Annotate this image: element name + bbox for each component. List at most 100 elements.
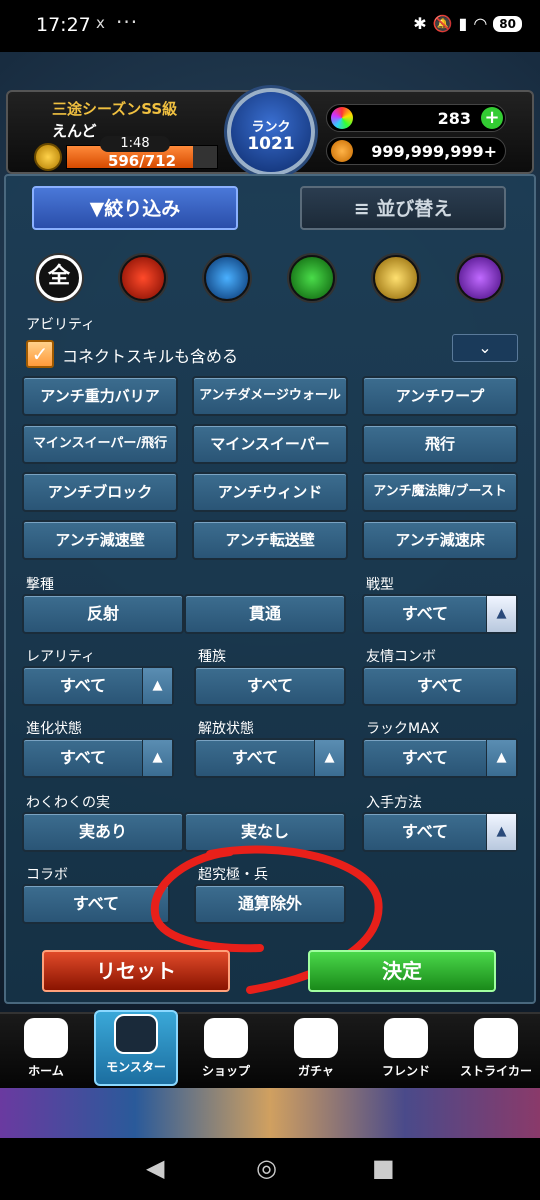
shinka-select[interactable]: すべて ▲ (22, 738, 174, 778)
signal-icon: ▮ (458, 14, 468, 33)
sengata-label: 戦型 (366, 577, 394, 593)
fire-element-icon[interactable] (120, 255, 166, 301)
element-all-button[interactable]: 全 (36, 255, 82, 301)
collab-label: コラボ (26, 867, 68, 883)
luck-value: すべて (401, 748, 449, 767)
rank-badge[interactable]: ランク 1021 (227, 88, 315, 176)
shuzoku-label: 種族 (198, 649, 226, 665)
water-element-icon[interactable] (204, 255, 250, 301)
sengata-value: すべて (401, 604, 449, 623)
ability-button[interactable]: アンチ魔法陣/ブースト (362, 472, 518, 512)
ability-button[interactable]: 飛行 (362, 424, 518, 464)
ability-button[interactable]: アンチ重力バリア (22, 376, 178, 416)
x-icon: x (96, 14, 105, 32)
nav-monster[interactable]: モンスター (94, 1010, 178, 1086)
nav-label: モンスター (106, 1060, 166, 1074)
friend-icon (384, 1018, 428, 1058)
reset-button[interactable]: リセット (42, 950, 230, 992)
yujo-value: すべて (416, 676, 464, 695)
recents-icon[interactable]: ■ (372, 1154, 395, 1182)
luck-select[interactable]: すべて ▲ (362, 738, 518, 778)
connect-skill-label: コネクトスキルも含める (62, 347, 239, 366)
shuzoku-value: すべて (246, 676, 294, 695)
sengata-select[interactable]: すべて ▲ (362, 594, 518, 634)
nav-shop[interactable]: ショップ (184, 1016, 268, 1084)
shop-icon (204, 1018, 248, 1058)
home-icon[interactable]: ◎ (256, 1154, 277, 1182)
filter-tab-label: 絞り込み (104, 198, 181, 220)
player-name: えんど (52, 122, 97, 140)
nav-label: フレンド (381, 1064, 430, 1078)
ability-button[interactable]: アンチ転送壁 (192, 520, 348, 560)
element-all-label: 全 (47, 264, 70, 289)
stamina-value: 596/712 (107, 152, 177, 170)
nav-label: ホーム (28, 1064, 64, 1078)
season-rank: 三途シーズンSS級 (52, 100, 178, 118)
confirm-button[interactable]: 決定 (308, 950, 496, 992)
gacha-icon (294, 1018, 338, 1058)
nav-label: ガチャ (298, 1064, 334, 1078)
chevron-up-icon: ▲ (142, 740, 172, 776)
sort-tab[interactable]: ≡ 並び替え (300, 186, 506, 230)
sort-icon: ≡ (353, 198, 377, 220)
ability-button[interactable]: アンチワープ (362, 376, 518, 416)
striker-icon (474, 1018, 518, 1058)
orb-icon (331, 107, 353, 129)
ability-button[interactable]: アンチ減速壁 (22, 520, 178, 560)
rank-label: ランク (251, 120, 291, 135)
filter-icon: ▼ (89, 198, 105, 220)
wood-element-icon[interactable] (289, 255, 335, 301)
shinka-value: すべて (59, 748, 107, 767)
geki-pierce-button[interactable]: 貫通 (184, 594, 346, 634)
chevron-down-icon: ⌄ (478, 338, 492, 357)
gold-counter: 999,999,999+ (326, 137, 506, 165)
kaiho-value: すべて (231, 748, 279, 767)
nav-home[interactable]: ホーム (4, 1016, 88, 1084)
gold-count: 999,999,999+ (371, 142, 497, 161)
ability-expand-button[interactable]: ⌄ (452, 334, 518, 362)
ability-button[interactable]: マインスイーパー (192, 424, 348, 464)
ability-label: アビリティ (26, 317, 96, 333)
gold-icon (331, 140, 353, 162)
dark-element-icon[interactable] (457, 255, 503, 301)
nav-friend[interactable]: フレンド (364, 1016, 448, 1084)
nav-label: ストライカー (459, 1064, 532, 1078)
back-icon[interactable]: ◀ (146, 1154, 164, 1182)
ability-button[interactable]: アンチウィンド (192, 472, 348, 512)
rarity-select[interactable]: すべて ▲ (22, 666, 174, 706)
connect-skill-checkbox[interactable]: ✓ (26, 340, 54, 368)
ability-button[interactable]: マインスイーパー/飛行 (22, 424, 178, 464)
monster-strip (0, 1088, 540, 1138)
chevron-up-icon: ▲ (314, 740, 344, 776)
sort-tab-label: 並び替え (376, 198, 453, 220)
system-nav: ◀ ◎ ■ (0, 1138, 540, 1200)
nav-striker[interactable]: ストライカー (454, 1016, 538, 1084)
geki-reflect-button[interactable]: 反射 (22, 594, 184, 634)
add-orb-button[interactable]: + (481, 107, 503, 129)
chevron-up-icon: ▲ (486, 814, 516, 850)
ability-button[interactable]: アンチブロック (22, 472, 178, 512)
collab-value: すべて (72, 894, 120, 913)
more-icon: ··· (116, 10, 139, 34)
light-element-icon[interactable] (373, 255, 419, 301)
stamina-timer: 1:48 (100, 136, 170, 152)
geki-label: 撃種 (26, 577, 54, 593)
rank-value: 1021 (247, 134, 295, 154)
battery-icon: 80 (493, 15, 522, 32)
nav-label: ショップ (201, 1064, 250, 1078)
orb-count: 283 (437, 109, 471, 128)
status-icons: ✱ 🔕 ▮ ◠ 80 (413, 14, 522, 33)
ability-button[interactable]: アンチ減速床 (362, 520, 518, 560)
chevron-up-icon: ▲ (142, 668, 172, 704)
kaiho-label: 解放状態 (198, 721, 254, 737)
shuzoku-select[interactable]: すべて (194, 666, 346, 706)
waku-label: わくわくの実 (26, 795, 110, 811)
yujo-select[interactable]: すべて (362, 666, 518, 706)
bluetooth-icon: ✱ (413, 14, 427, 33)
medal-icon (34, 143, 62, 171)
filter-tab[interactable]: ▼絞り込み (32, 186, 238, 230)
kaiho-select[interactable]: すべて ▲ (194, 738, 346, 778)
ability-button[interactable]: アンチダメージウォール (192, 376, 348, 416)
home-icon (24, 1018, 68, 1058)
nav-gacha[interactable]: ガチャ (274, 1016, 358, 1084)
